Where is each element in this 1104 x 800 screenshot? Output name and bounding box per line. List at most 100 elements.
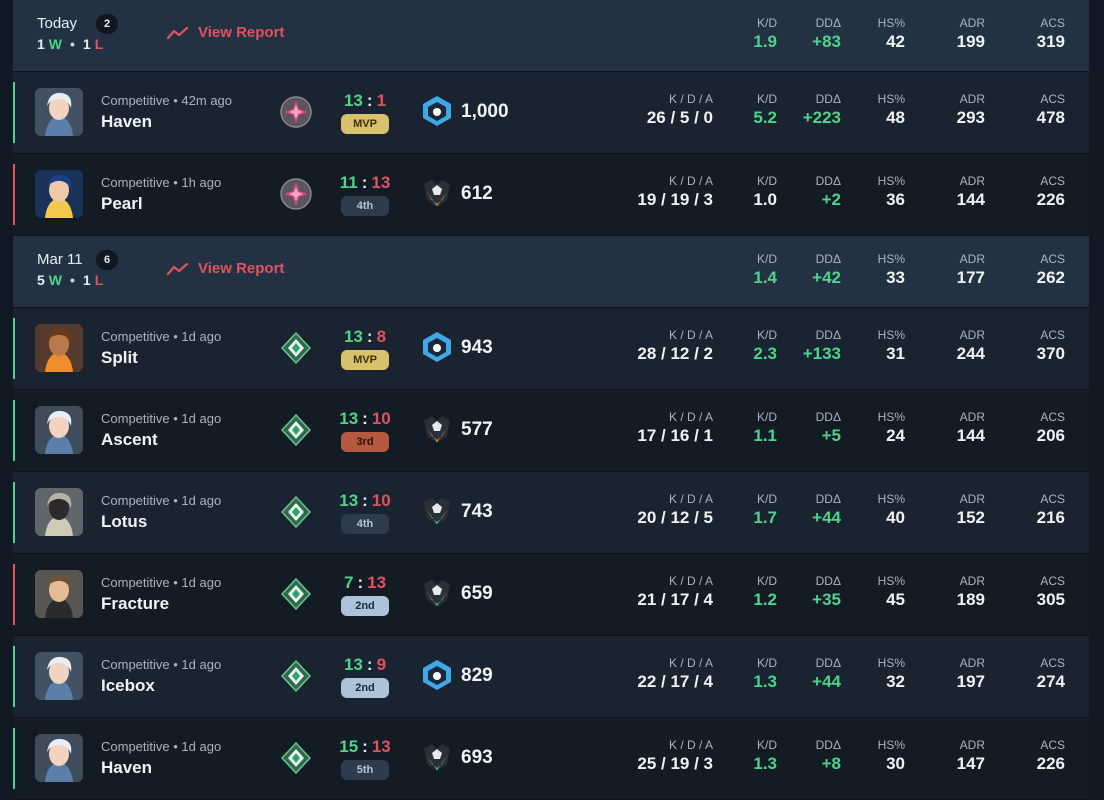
blue-tier-icon bbox=[420, 94, 454, 128]
headshot-stat: HS% 24 bbox=[878, 410, 905, 446]
acs-stat: ACS 305 bbox=[1037, 574, 1065, 610]
match-row[interactable]: Competitive • 1d ago Fracture 7:13 2nd 6… bbox=[13, 554, 1089, 636]
headshot-value: 33 bbox=[886, 268, 905, 287]
loss-indicator bbox=[13, 164, 15, 225]
adr-stat: ADR 189 bbox=[957, 574, 985, 610]
kda-value: 22 / 17 / 4 bbox=[637, 672, 713, 691]
rounds-lost: 10 bbox=[371, 491, 391, 510]
acs-label: ACS bbox=[1040, 92, 1065, 106]
day-date: Mar 11 bbox=[37, 251, 83, 268]
adr-value: 189 bbox=[956, 590, 985, 609]
match-mode-time: Competitive • 42m ago bbox=[101, 93, 233, 108]
damage-delta-label: DDΔ bbox=[815, 16, 841, 30]
damage-delta-label: DDΔ bbox=[815, 574, 841, 588]
view-report-label: View Report bbox=[198, 24, 285, 41]
view-report-link[interactable]: View Report bbox=[167, 260, 284, 277]
damage-delta-stat: DDΔ +5 bbox=[816, 410, 841, 446]
sage-portrait bbox=[35, 88, 83, 136]
match-row[interactable]: Competitive • 1h ago Pearl 11:13 4th 612… bbox=[13, 154, 1089, 236]
damage-delta-label: DDΔ bbox=[815, 328, 841, 342]
headshot-label: HS% bbox=[877, 410, 905, 424]
headshot-stat: HS% 33 bbox=[878, 252, 905, 288]
damage-delta-stat: DDΔ +8 bbox=[816, 738, 841, 774]
headshot-value: 40 bbox=[886, 508, 905, 527]
match-score: 11:13 bbox=[339, 173, 391, 192]
acs-stat: ACS 370 bbox=[1037, 328, 1065, 364]
match-mode-time: Competitive • 1h ago bbox=[101, 175, 222, 190]
headshot-value: 36 bbox=[886, 190, 905, 209]
headshot-stat: HS% 45 bbox=[878, 574, 905, 610]
headshot-label: HS% bbox=[877, 328, 905, 342]
match-row[interactable]: Competitive • 1d ago Split 13:8 MVP 943 … bbox=[13, 308, 1089, 390]
placement-badge: 2nd bbox=[341, 596, 389, 616]
match-score: 7:13 bbox=[343, 573, 387, 592]
view-report-link[interactable]: View Report bbox=[167, 24, 284, 41]
acs-value: 478 bbox=[1036, 108, 1065, 127]
kda-stat: K / D / A 26 / 5 / 0 bbox=[647, 92, 713, 128]
acs-value: 305 bbox=[1036, 590, 1065, 609]
rounds-won: 13 bbox=[343, 91, 363, 110]
match-row[interactable]: Competitive • 1d ago Ascent 13:10 3rd 57… bbox=[13, 390, 1089, 472]
kd-label: K/D bbox=[756, 328, 777, 342]
kd-value: 2.3 bbox=[753, 344, 777, 363]
acs-value: 206 bbox=[1036, 426, 1065, 445]
map-name: Lotus bbox=[101, 512, 148, 531]
damage-delta-value: +35 bbox=[812, 590, 841, 609]
match-row[interactable]: Competitive • 1d ago Lotus 13:10 4th 743… bbox=[13, 472, 1089, 554]
emerald-rank-icon bbox=[279, 741, 313, 775]
acs-label: ACS bbox=[1040, 252, 1065, 266]
kda-stat: K / D / A 22 / 17 / 4 bbox=[637, 656, 713, 692]
headshot-label: HS% bbox=[877, 16, 905, 30]
adr-value: 199 bbox=[956, 32, 985, 51]
headshot-label: HS% bbox=[877, 738, 905, 752]
kda-stat: K / D / A 17 / 16 / 1 bbox=[637, 410, 713, 446]
adr-stat: ADR 244 bbox=[957, 328, 985, 364]
adr-stat: ADR 293 bbox=[957, 92, 985, 128]
kd-value: 1.2 bbox=[753, 590, 777, 609]
match-score: 15:13 bbox=[339, 737, 391, 756]
rounds-lost: 13 bbox=[367, 573, 387, 592]
damage-delta-stat: DDΔ +35 bbox=[812, 574, 841, 610]
kd-label: K/D bbox=[756, 492, 777, 506]
losses-label: L bbox=[94, 36, 104, 52]
headshot-value: 30 bbox=[886, 754, 905, 773]
damage-delta-value: +44 bbox=[812, 672, 841, 691]
kda-value: 26 / 5 / 0 bbox=[646, 108, 713, 127]
match-mode-time: Competitive • 1d ago bbox=[101, 329, 222, 344]
acs-label: ACS bbox=[1040, 174, 1065, 188]
damage-delta-stat: DDΔ +83 bbox=[812, 16, 841, 52]
adr-stat: ADR 144 bbox=[957, 174, 985, 210]
win-indicator bbox=[13, 318, 15, 379]
map-name: Fracture bbox=[101, 594, 170, 613]
match-row[interactable]: Competitive • 1d ago Icebox 13:9 2nd 829… bbox=[13, 636, 1089, 718]
kd-label: K/D bbox=[756, 252, 777, 266]
placement-badge: 4th bbox=[341, 196, 389, 216]
acs-value: 216 bbox=[1036, 508, 1065, 527]
acs-label: ACS bbox=[1040, 16, 1065, 30]
match-mode-time: Competitive • 1d ago bbox=[101, 739, 222, 754]
neon-portrait bbox=[35, 170, 83, 218]
headshot-value: 31 bbox=[886, 344, 905, 363]
damage-delta-value: +5 bbox=[821, 426, 841, 445]
kd-stat: K/D 1.3 bbox=[753, 656, 777, 692]
acs-value: 370 bbox=[1036, 344, 1065, 363]
match-mode-time: Competitive • 1d ago bbox=[101, 493, 222, 508]
trend-chart-icon bbox=[167, 26, 189, 39]
match-score: 13:9 bbox=[343, 655, 387, 674]
acs-value: 274 bbox=[1036, 672, 1065, 691]
match-row[interactable]: Competitive • 42m ago Haven 13:1 MVP 1,0… bbox=[13, 72, 1089, 154]
adr-label: ADR bbox=[959, 410, 985, 424]
kda-value: 19 / 19 / 3 bbox=[637, 190, 713, 209]
kd-value: 1.0 bbox=[753, 190, 777, 209]
damage-delta-stat: DDΔ +42 bbox=[812, 252, 841, 288]
sage-portrait bbox=[35, 734, 83, 782]
headshot-value: 42 bbox=[886, 32, 905, 51]
rounds-won: 7 bbox=[343, 573, 354, 592]
match-row[interactable]: Competitive • 1d ago Haven 15:13 5th 693… bbox=[13, 718, 1089, 800]
match-history-list: Today 2 1 W • 1 L View Report K/D 1.9 DDΔ +8… bbox=[13, 0, 1089, 800]
kda-value: 17 / 16 / 1 bbox=[637, 426, 713, 445]
kd-value: 1.3 bbox=[753, 754, 777, 773]
acs-value: 226 bbox=[1036, 190, 1065, 209]
green-tier-icon bbox=[420, 494, 454, 528]
headshot-stat: HS% 36 bbox=[878, 174, 905, 210]
